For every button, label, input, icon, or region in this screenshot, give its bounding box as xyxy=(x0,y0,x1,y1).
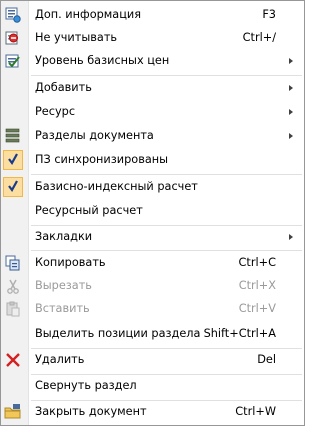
check-icon xyxy=(4,177,22,195)
menu-item-shortcut: Del xyxy=(257,353,276,366)
copy-icon xyxy=(4,254,22,272)
menu-item-base-price-level[interactable]: Уровень базисных цен xyxy=(1,50,304,72)
menu-item-add[interactable]: Добавить xyxy=(1,77,304,99)
menu-item-label: Копировать xyxy=(35,256,106,269)
paste-icon xyxy=(4,300,22,318)
menu-item-label: Закрыть документ xyxy=(35,405,147,418)
menu-separator xyxy=(31,75,302,76)
submenu-arrow-icon xyxy=(289,85,293,91)
sections-icon xyxy=(4,127,22,145)
menu-item-close-document[interactable]: Закрыть документ Ctrl+W xyxy=(1,401,304,423)
menu-item-label: Разделы документа xyxy=(35,129,154,142)
menu-item-label: Ресурс xyxy=(35,105,76,118)
cut-icon xyxy=(4,277,22,295)
menu-item-shortcut: Ctrl+V xyxy=(238,302,276,315)
menu-item-bookmarks[interactable]: Закладки xyxy=(1,226,304,248)
delete-icon xyxy=(4,351,22,369)
menu-item-shortcut: Ctrl+X xyxy=(238,279,276,292)
menu-item-label: Вырезать xyxy=(35,279,92,292)
menu-item-paste: Вставить Ctrl+V xyxy=(1,298,304,320)
menu-item-cut: Вырезать Ctrl+X xyxy=(1,275,304,297)
menu-item-shortcut: Ctrl+W xyxy=(235,405,276,418)
menu-item-shortcut: Ctrl+C xyxy=(238,256,276,269)
menu-item-additional-info[interactable]: Доп. информация F3 xyxy=(1,4,304,26)
menu-item-document-sections[interactable]: Разделы документа xyxy=(1,125,304,147)
submenu-arrow-icon xyxy=(289,133,293,139)
menu-item-label: Вставить xyxy=(35,302,90,315)
menu-item-resource-calc[interactable]: Ресурсный расчет xyxy=(1,200,304,222)
menu-item-base-index-calc[interactable]: Базисно-индексный расчет xyxy=(1,176,304,198)
info-list-icon xyxy=(4,6,22,24)
check-icon xyxy=(4,150,22,168)
menu-item-label: Свернуть раздел xyxy=(35,379,137,392)
menu-item-label: Выделить позиции раздела xyxy=(35,327,201,340)
menu-item-shortcut: F3 xyxy=(262,8,276,21)
menu-item-select-section-positions[interactable]: Выделить позиции раздела Shift+Ctrl+A xyxy=(1,323,304,345)
close-folder-icon xyxy=(4,403,22,421)
menu-item-shortcut: Ctrl+/ xyxy=(242,31,276,44)
menu-item-collapse-section[interactable]: Свернуть раздел xyxy=(1,375,304,397)
menu-item-label: Доп. информация xyxy=(35,8,142,21)
context-menu: Доп. информация F3 Не учитывать Ctrl+/ У… xyxy=(0,0,305,426)
menu-item-copy[interactable]: Копировать Ctrl+C xyxy=(1,252,304,274)
menu-separator xyxy=(31,250,302,251)
price-level-icon xyxy=(4,52,22,70)
menu-item-label: Не учитывать xyxy=(35,31,118,44)
menu-item-label: Ресурсный расчет xyxy=(35,204,143,217)
menu-item-label: ПЗ синхронизированы xyxy=(35,153,169,166)
submenu-arrow-icon xyxy=(289,234,293,240)
submenu-arrow-icon xyxy=(289,58,293,64)
exclude-icon xyxy=(4,29,22,47)
menu-item-label: Базисно-индексный расчет xyxy=(35,180,198,193)
menu-item-delete[interactable]: Удалить Del xyxy=(1,349,304,371)
submenu-arrow-icon xyxy=(289,109,293,115)
menu-item-label: Удалить xyxy=(35,353,85,366)
menu-item-exclude[interactable]: Не учитывать Ctrl+/ xyxy=(1,27,304,49)
menu-item-label: Уровень базисных цен xyxy=(35,54,170,67)
menu-separator xyxy=(31,174,302,175)
menu-item-pz-synchronized[interactable]: ПЗ синхронизированы xyxy=(1,149,304,171)
menu-item-resource[interactable]: Ресурс xyxy=(1,101,304,123)
menu-item-label: Добавить xyxy=(35,81,92,94)
menu-item-label: Закладки xyxy=(35,230,93,243)
menu-item-shortcut: Shift+Ctrl+A xyxy=(203,327,276,340)
